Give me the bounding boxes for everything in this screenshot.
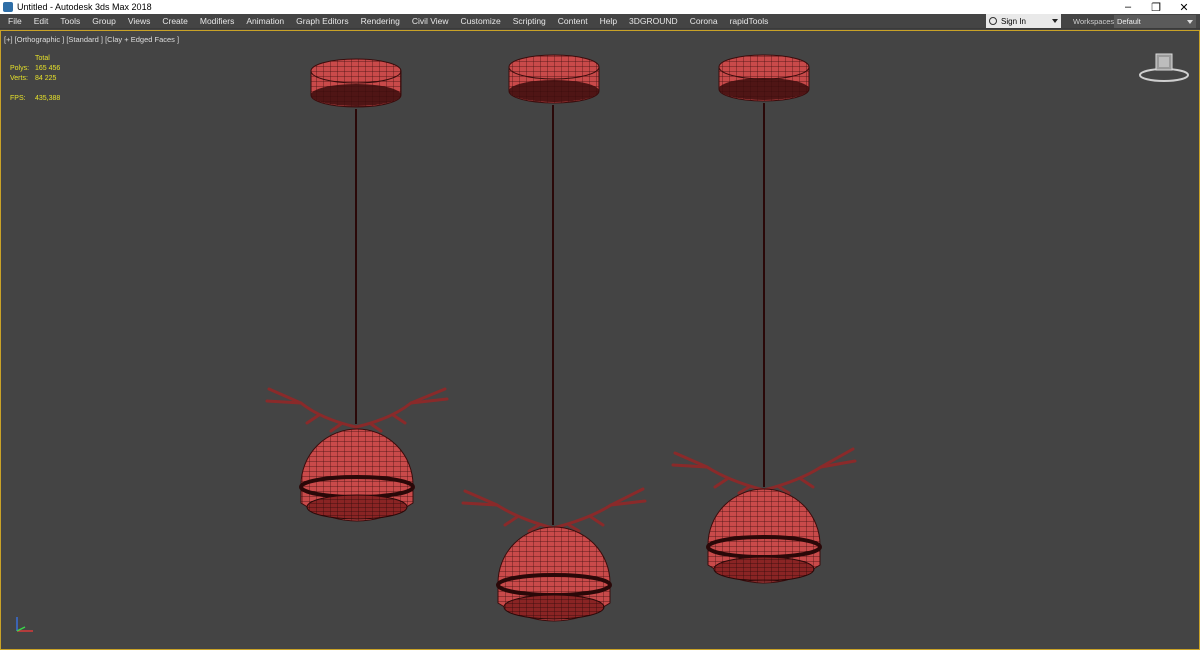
menu-edit[interactable]: Edit	[28, 16, 55, 26]
menu-create[interactable]: Create	[156, 16, 194, 26]
menu-views[interactable]: Views	[122, 16, 157, 26]
user-icon	[989, 17, 997, 25]
menu-content[interactable]: Content	[552, 16, 594, 26]
menu-customize[interactable]: Customize	[455, 16, 507, 26]
ceiling-canopy	[718, 54, 810, 102]
ceiling-canopy	[310, 58, 402, 108]
minimize-button[interactable]: –	[1114, 0, 1142, 14]
menu-file[interactable]: File	[2, 16, 28, 26]
scene-geometry[interactable]	[1, 31, 1199, 649]
title-bar: Untitled - Autodesk 3ds Max 2018 – ❐ ✕	[0, 0, 1200, 14]
axis-tripod-icon	[16, 617, 33, 632]
workspaces-select[interactable]: Default	[1114, 15, 1196, 28]
menu-animation[interactable]: Animation	[240, 16, 290, 26]
pendant-lamp-2[interactable]	[461, 54, 647, 622]
window-title: Untitled - Autodesk 3ds Max 2018	[17, 2, 152, 12]
sign-in-label: Sign In	[1001, 16, 1026, 26]
chevron-down-icon	[1052, 19, 1058, 23]
dome-shade	[496, 526, 612, 622]
ceiling-canopy	[508, 54, 600, 104]
sign-in-dropdown[interactable]: Sign In	[986, 14, 1061, 28]
menu-help[interactable]: Help	[594, 16, 623, 26]
restore-button[interactable]: ❐	[1142, 0, 1170, 14]
menu-corona[interactable]: Corona	[684, 16, 724, 26]
menu-graph-editors[interactable]: Graph Editors	[290, 16, 354, 26]
menu-rendering[interactable]: Rendering	[355, 16, 406, 26]
dome-shade	[706, 488, 822, 584]
pendant-lamp-3[interactable]	[671, 54, 857, 584]
menu-rapidtools[interactable]: rapidTools	[724, 16, 775, 26]
workspaces-value: Default	[1117, 17, 1141, 26]
close-button[interactable]: ✕	[1170, 0, 1198, 14]
chevron-down-icon	[1187, 20, 1193, 24]
menu-group[interactable]: Group	[86, 16, 122, 26]
pendant-lamp-1[interactable]	[265, 58, 449, 522]
menu-civil-view[interactable]: Civil View	[406, 16, 455, 26]
workspaces-label: Workspaces:	[1073, 17, 1117, 26]
dome-shade	[299, 428, 415, 522]
viewport-orthographic[interactable]: [+] [Orthographic ] [Standard ] [Clay + …	[0, 30, 1200, 650]
menu-3dground[interactable]: 3DGROUND	[623, 16, 684, 26]
menu-scripting[interactable]: Scripting	[507, 16, 552, 26]
3dsmax-app-icon[interactable]	[3, 2, 13, 12]
menu-tools[interactable]: Tools	[54, 16, 86, 26]
menu-modifiers[interactable]: Modifiers	[194, 16, 240, 26]
viewcube-icon[interactable]	[1138, 51, 1190, 85]
